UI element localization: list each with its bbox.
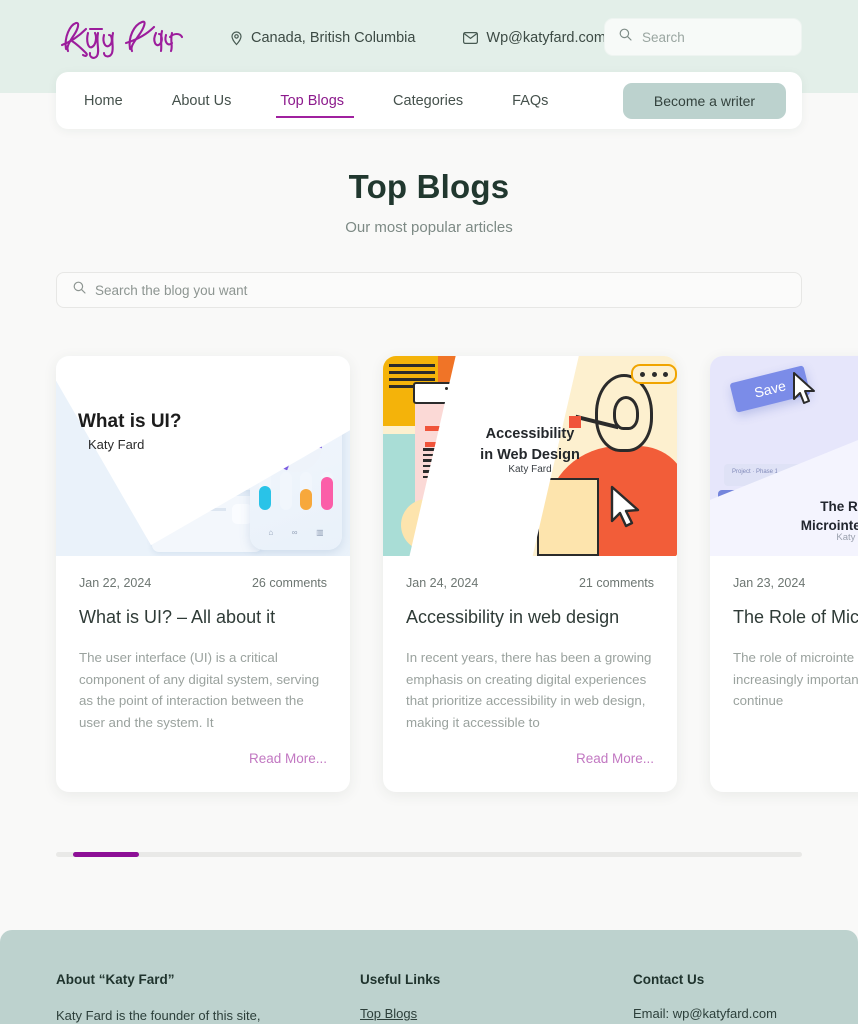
blog-card-title: The Role of Micr [733, 607, 858, 627]
blog-card-excerpt: The user interface (UI) is a critical co… [79, 650, 320, 730]
header-location: Canada, British Columbia [230, 30, 415, 46]
cover-author: Katy Fard [88, 437, 145, 452]
search-icon [73, 281, 86, 299]
footer-heading-links: Useful Links [360, 972, 441, 987]
blog-card-comments: 21 comments [578, 576, 654, 590]
blog-card-date: Jan 23, 2024 [733, 576, 806, 590]
page-title: Top Blogs [348, 168, 510, 205]
blog-card-title: Accessibility in web design [406, 607, 620, 627]
cover-title: What is UI? [78, 411, 182, 432]
blog-search-placeholder: Search the blog you want [95, 282, 248, 298]
nav-links: Home About Us Top Blogs Categories FAQs [56, 89, 550, 118]
header-location-text: Canada, British Columbia [251, 30, 416, 46]
footer-column-links: Useful Links Top Blogs Categories [360, 972, 580, 1024]
blog-card-excerpt: In recent years, there has been a growin… [406, 650, 652, 730]
page-subtitle: Our most popular articles [345, 219, 513, 236]
dots-pill [631, 364, 677, 384]
footer-heading-about: About “Katy Fard” [56, 972, 175, 987]
fitness-dock: ⌂ ∞ ▥ [259, 522, 333, 542]
blog-card[interactable]: Accessibility in Web Design Katy Fard Jan… [383, 356, 677, 792]
cover-title: Accessibility in Web Design [480, 426, 580, 464]
blog-card-meta: Jan 22, 2024 26 comments [79, 576, 327, 590]
footer-column-about: About “Katy Fard” Katy Fard is the found… [56, 972, 306, 1024]
cover-author: Katy Fard [508, 464, 552, 475]
blog-card-cover: Accessibility in Web Design Katy Fard [383, 356, 677, 556]
header-search[interactable]: Search [604, 18, 802, 56]
envelope-icon [463, 32, 479, 44]
blog-card-title: What is UI? – All about it [79, 607, 276, 627]
microinteractions-illustration: Project · Phase 1 Setting analyse · file… [710, 356, 858, 556]
nav-item-categories[interactable]: Categories [391, 89, 465, 113]
fitness-bar-chart [259, 472, 333, 510]
blog-card-cover: FITNESS Statistics ⌂ ∞ ▥ [56, 356, 350, 556]
accessibility-illustration: Accessibility in Web Design Katy Fard [383, 356, 677, 556]
carousel-scrollbar-track[interactable] [56, 852, 802, 857]
blog-card-body: Jan 23, 2024 The Role of Micr The role o… [710, 556, 858, 712]
blog-card[interactable]: Project · Phase 1 Setting analyse · file… [710, 356, 858, 792]
read-more-link[interactable]: Read More... [576, 751, 654, 766]
search-icon [619, 28, 632, 46]
blog-card[interactable]: FITNESS Statistics ⌂ ∞ ▥ [56, 356, 350, 792]
blog-card-comments: 26 comments [251, 576, 327, 590]
fitness-app-illustration: FITNESS Statistics ⌂ ∞ ▥ [56, 356, 350, 556]
blog-card-date: Jan 22, 2024 [79, 576, 152, 590]
home-icon: ⌂ [268, 527, 274, 537]
carousel-scrollbar-thumb[interactable] [73, 852, 139, 857]
blog-card-cover: Project · Phase 1 Setting analyse · file… [710, 356, 858, 556]
site-logo[interactable] [56, 16, 196, 60]
become-a-writer-button[interactable]: Become a writer [623, 83, 786, 119]
blog-card-excerpt: The role of microinte interface design h… [733, 650, 858, 709]
cover-title: The Role ofMicrointeractions [800, 499, 858, 533]
footer-contact-email: Email: wp@katyfard.com [633, 1006, 777, 1021]
footer-heading-contact: Contact Us [633, 972, 705, 987]
nav-item-about-us[interactable]: About Us [170, 89, 234, 113]
nav-item-top-blogs[interactable]: Top Blogs [276, 89, 354, 118]
blog-card-meta: Jan 24, 2024 21 comments [406, 576, 654, 590]
cursor-icon [609, 485, 643, 534]
map-pin-icon [230, 30, 243, 46]
header-search-placeholder: Search [642, 29, 685, 45]
site-footer: About “Katy Fard” Katy Fard is the found… [0, 930, 858, 1024]
blog-carousel: FITNESS Statistics ⌂ ∞ ▥ [56, 356, 858, 792]
cursor-icon [792, 372, 818, 411]
cover-author: Katy Fard [836, 532, 858, 543]
main-navigation: Home About Us Top Blogs Categories FAQs … [56, 72, 802, 129]
nav-item-home[interactable]: Home [82, 89, 125, 113]
read-more-link[interactable]: Read More... [249, 751, 327, 766]
blog-card-body: Jan 22, 2024 26 comments What is UI? – A… [56, 556, 350, 733]
header-email-text: Wp@katyfard.com [486, 30, 606, 46]
header-email: Wp@katyfard.com [463, 30, 606, 46]
blog-card-date: Jan 24, 2024 [406, 576, 479, 590]
footer-column-contact: Contact Us Email: wp@katyfard.com 009766… [633, 972, 858, 1024]
footer-about-text: Katy Fard is the founder of this site, w… [56, 1008, 261, 1023]
chart-icon: ▥ [316, 527, 324, 537]
blog-search-input[interactable]: Search the blog you want [56, 272, 802, 308]
footer-link-top-blogs[interactable]: Top Blogs [360, 1006, 580, 1021]
blog-card-meta: Jan 23, 2024 [733, 576, 858, 590]
blog-card-body: Jan 24, 2024 21 comments Accessibility i… [383, 556, 677, 733]
nav-item-faqs[interactable]: FAQs [510, 89, 550, 113]
link-icon: ∞ [291, 527, 298, 537]
